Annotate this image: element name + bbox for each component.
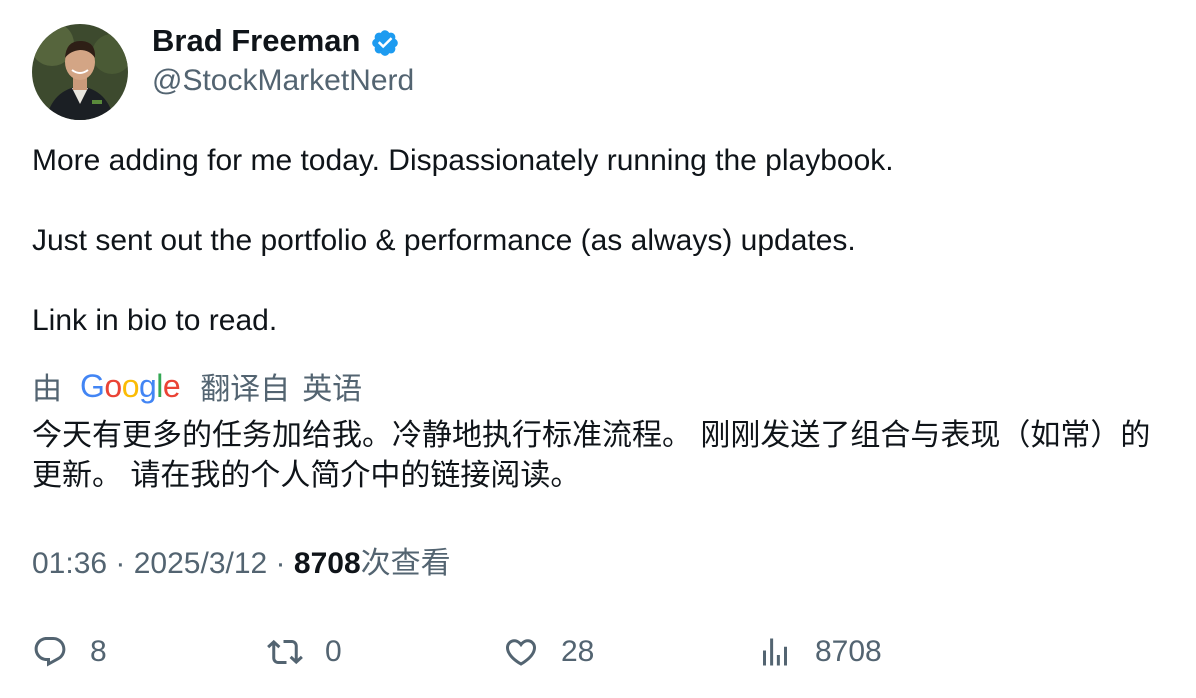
author-name[interactable]: Brad Freeman [152, 22, 360, 60]
meta-separator: · [107, 547, 134, 580]
translation-attribution[interactable]: 由 Google 翻译自 英语 [32, 366, 363, 407]
tweet-text-line: Just sent out the portfolio & performanc… [32, 224, 856, 257]
views-button[interactable]: 8708 [757, 630, 882, 674]
google-logo: Google [80, 367, 181, 404]
reply-count: 8 [90, 635, 107, 668]
translated-text: 今天有更多的任务加给我。冷静地执行标准流程。 刚刚发送了组合与表现（如常）的更新… [32, 419, 1151, 492]
tweet-text-line: More adding for me today. Dispassionatel… [32, 144, 894, 177]
analytics-icon [763, 638, 787, 666]
tweet-date[interactable]: 2025/3/12 [134, 547, 267, 580]
heart-icon [505, 639, 537, 666]
translated-by-label: 由 [32, 373, 62, 406]
author-handle[interactable]: @StockMarketNerd [152, 62, 414, 100]
tweet-meta: 01:36 · 2025/3/12 · 8708次查看 [32, 544, 451, 584]
views-action-count: 8708 [815, 635, 882, 668]
views-count: 8708 [293, 547, 361, 580]
author-name-row: Brad Freeman [152, 22, 400, 60]
source-language: 英语 [302, 373, 363, 406]
like-button[interactable]: 28 [503, 630, 594, 674]
retweet-button[interactable]: 0 [267, 630, 342, 674]
tweet-text-line: Link in bio to read. [32, 304, 278, 337]
avatar[interactable] [32, 24, 128, 120]
verified-badge-icon [372, 30, 399, 56]
like-count: 28 [561, 635, 595, 668]
reply-button[interactable]: 8 [32, 630, 107, 674]
views-label: 次查看 [360, 547, 451, 580]
meta-separator: · [267, 547, 294, 580]
retweet-count: 0 [325, 635, 342, 668]
tweet-time[interactable]: 01:36 [32, 547, 107, 580]
reply-icon [34, 637, 66, 667]
retweet-icon [267, 639, 303, 665]
translated-from-label: 翻译自 [200, 373, 291, 406]
tweet-card: Brad Freeman @StockMarketNerd More addin… [0, 0, 1196, 698]
